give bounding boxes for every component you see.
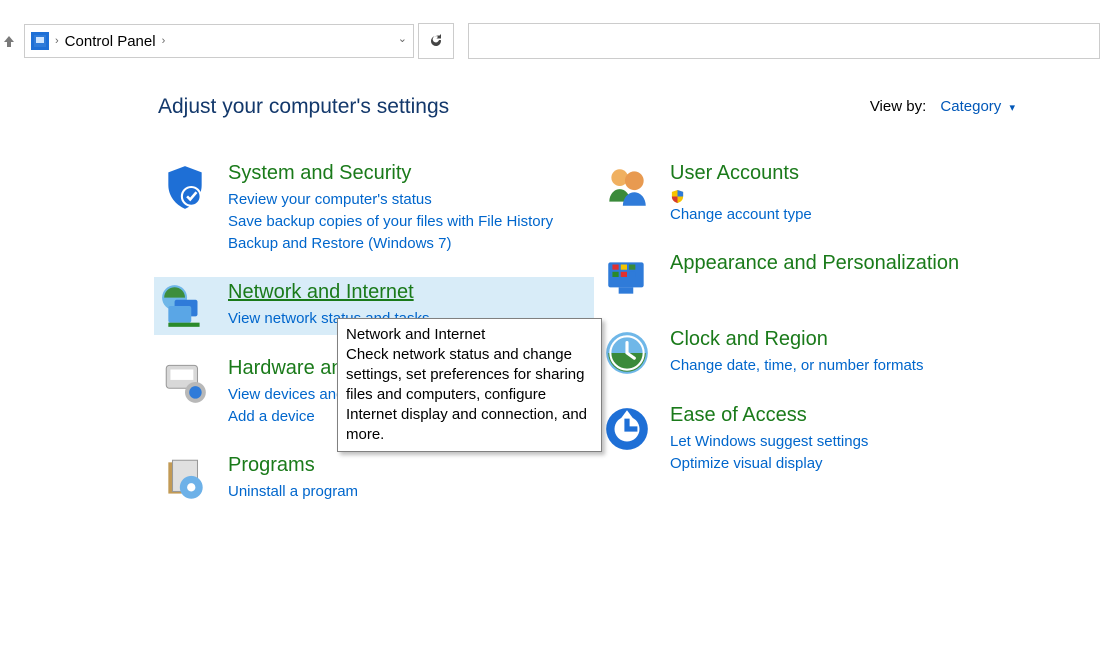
task-link[interactable]: Optimize visual display (670, 453, 868, 475)
tooltip-body: Check network status and change settings… (346, 346, 587, 443)
category-programs: Programs Uninstall a program (154, 450, 594, 508)
category-link-system-and-security[interactable]: System and Security (228, 162, 411, 184)
category-appearance-and-personalization: Appearance and Personalization (596, 248, 1036, 306)
chevron-icon: › (55, 35, 59, 47)
view-by-value[interactable]: Category (940, 98, 1001, 115)
task-link[interactable]: Uninstall a program (228, 481, 358, 503)
view-by[interactable]: View by: Category ▾ (870, 98, 1015, 115)
ease-of-access-icon (602, 404, 652, 454)
category-user-accounts: User Accounts Change account type (596, 158, 1036, 230)
chevron-down-icon: ▾ (1009, 102, 1015, 114)
user-accounts-icon (602, 162, 652, 212)
category-link-programs[interactable]: Programs (228, 454, 315, 476)
system-and-security-icon (160, 162, 210, 212)
address-dropdown-icon[interactable]: ⌄ (398, 32, 407, 45)
network-and-internet-icon (160, 281, 210, 331)
task-link[interactable]: Change date, time, or number formats (670, 355, 923, 377)
category-system-and-security: System and Security Review your computer'… (154, 158, 594, 259)
category-link-network-and-internet[interactable]: Network and Internet (228, 281, 414, 303)
refresh-icon (428, 33, 444, 49)
appearance-and-personalization-icon (602, 252, 652, 302)
clock-and-region-icon (602, 328, 652, 378)
up-arrow-icon (2, 34, 16, 48)
tooltip-title: Network and Internet (346, 326, 485, 343)
task-link[interactable]: Review your computer's status (228, 189, 553, 211)
address-bar[interactable]: › Control Panel › ⌄ (24, 24, 414, 58)
control-panel-icon (31, 32, 49, 50)
task-link[interactable]: Save backup copies of your files with Fi… (228, 211, 553, 233)
tooltip: Network and Internet Check network statu… (337, 318, 602, 452)
category-link-appearance-and-personalization[interactable]: Appearance and Personalization (670, 252, 959, 274)
category-link-clock-and-region[interactable]: Clock and Region (670, 328, 828, 350)
hardware-and-sound-icon (160, 357, 210, 407)
refresh-button[interactable] (418, 23, 454, 59)
chevron-icon: › (162, 35, 166, 47)
task-link[interactable]: Backup and Restore (Windows 7) (228, 233, 553, 255)
category-clock-and-region: Clock and Region Change date, time, or nu… (596, 324, 1036, 382)
category-link-ease-of-access[interactable]: Ease of Access (670, 404, 807, 426)
page-title: Adjust your computer's settings (158, 95, 449, 119)
task-link[interactable]: Let Windows suggest settings (670, 431, 868, 453)
uac-shield-icon (670, 189, 685, 204)
task-link[interactable]: Change account type (670, 189, 812, 226)
programs-icon (160, 454, 210, 504)
view-by-label: View by: (870, 98, 926, 115)
up-button[interactable] (0, 32, 18, 50)
category-ease-of-access: Ease of Access Let Windows suggest settin… (596, 400, 1036, 479)
breadcrumb-control-panel[interactable]: Control Panel (65, 33, 156, 50)
category-link-user-accounts[interactable]: User Accounts (670, 162, 799, 184)
search-box[interactable] (468, 23, 1100, 59)
